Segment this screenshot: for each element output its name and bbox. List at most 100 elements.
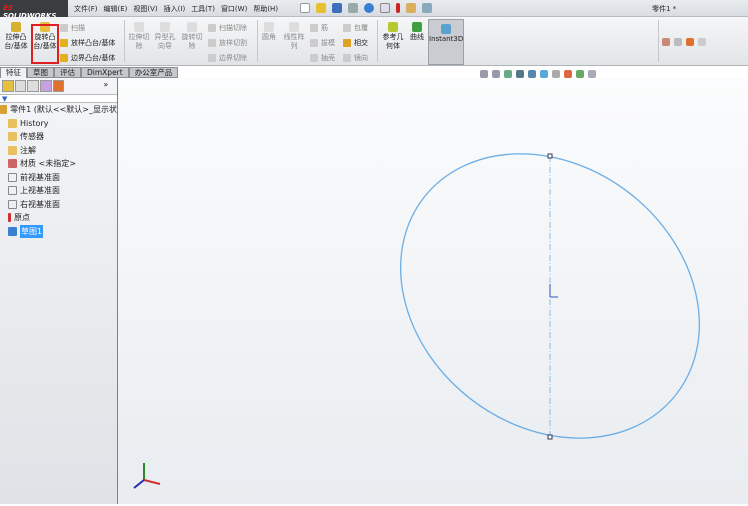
dimxpert-icon[interactable]: [40, 80, 52, 92]
triad-icon: [133, 463, 161, 489]
draft-button[interactable]: 拔模: [310, 38, 335, 48]
boundary-boss-button[interactable]: 边界凸台/基体: [60, 53, 115, 63]
select-icon[interactable]: [380, 3, 390, 13]
tree-item-sensors[interactable]: 传感器: [0, 130, 117, 144]
boundary-cut-button[interactable]: 边界切除: [208, 53, 247, 63]
scene-icon[interactable]: [698, 38, 706, 46]
tab-office[interactable]: 办公室产品: [128, 67, 179, 78]
shell-button[interactable]: 抽壳: [310, 53, 335, 63]
mirror-icon: [343, 54, 351, 62]
tab-dimxpert[interactable]: DimXpert: [81, 67, 129, 78]
tree-item-history[interactable]: History: [0, 117, 117, 131]
mirror-button[interactable]: 镜向: [343, 53, 368, 63]
tab-sketch[interactable]: 草图: [27, 67, 54, 78]
tree-root[interactable]: 零件1 (默认<<默认>_显示状: [0, 103, 117, 117]
configuration-manager-icon[interactable]: [27, 80, 40, 92]
intersect-icon: [343, 39, 351, 47]
loft-icon: [60, 39, 68, 47]
tab-features[interactable]: 特征: [0, 67, 27, 78]
origin-icon: [549, 284, 558, 298]
menu-file[interactable]: 文件(F): [74, 4, 98, 14]
open-icon[interactable]: [316, 3, 326, 13]
curves-button[interactable]: 曲线: [408, 22, 426, 42]
material-icon: [8, 159, 17, 169]
menu-edit[interactable]: 编辑(E): [104, 4, 128, 14]
menu-insert[interactable]: 插入(I): [164, 4, 186, 14]
previous-view-icon[interactable]: [504, 70, 512, 78]
highlight-box: [31, 24, 59, 64]
endpoint-top[interactable]: [547, 153, 553, 159]
revolve-cut-button[interactable]: 旋转切除: [180, 22, 204, 51]
display-style-icon[interactable]: [540, 70, 548, 78]
zoom-area-icon[interactable]: [492, 70, 500, 78]
linear-pattern-button[interactable]: 线性阵列: [282, 22, 306, 51]
property-manager-icon[interactable]: [14, 80, 27, 92]
rib-button[interactable]: 筋: [310, 23, 328, 33]
appearance-icon[interactable]: [662, 38, 670, 46]
draft-icon: [310, 39, 318, 47]
undo-icon[interactable]: [364, 3, 374, 13]
section-view-icon[interactable]: [516, 70, 524, 78]
expand-chevron-icon[interactable]: »: [103, 80, 115, 92]
boundary-cut-icon: [208, 54, 216, 62]
loft-boss-button[interactable]: 放样凸台/基体: [60, 38, 115, 48]
filter-icon[interactable]: ▼: [0, 94, 117, 103]
view-settings-icon[interactable]: [588, 70, 596, 78]
zoom-icon[interactable]: [674, 38, 682, 46]
instant3d-icon: [441, 24, 451, 34]
decal-icon[interactable]: [686, 38, 694, 46]
sweep-icon: [60, 24, 68, 32]
options-icon[interactable]: [422, 3, 432, 13]
tree-item-front-plane[interactable]: 前视基准面: [0, 171, 117, 185]
hole-wizard-button[interactable]: 异型孔向导: [153, 22, 177, 51]
edit-appearance-icon[interactable]: [564, 70, 572, 78]
tree-item-annotations[interactable]: 注解: [0, 144, 117, 158]
menu-tools[interactable]: 工具(T): [191, 4, 215, 14]
apply-scene-icon[interactable]: [576, 70, 584, 78]
intersect-button[interactable]: 相交: [343, 38, 368, 48]
tab-evaluate[interactable]: 评估: [54, 67, 81, 78]
print-icon[interactable]: [348, 3, 358, 13]
endpoint-bottom[interactable]: [547, 434, 553, 440]
wrap-icon: [343, 24, 351, 32]
new-icon[interactable]: [300, 3, 310, 13]
tree-item-sketch1[interactable]: 草图1: [0, 224, 117, 238]
instant3d-button[interactable]: Instant3D: [428, 19, 464, 65]
menu-help[interactable]: 帮助(H): [253, 4, 278, 14]
rebuild-icon[interactable]: [396, 3, 400, 13]
sketch-ellipse[interactable]: [344, 95, 748, 497]
extrude-cut-button[interactable]: 拉伸切除: [127, 22, 151, 51]
part-icon: [0, 105, 8, 115]
swept-cut-icon: [208, 24, 216, 32]
lofted-cut-button[interactable]: 放样切割: [208, 38, 247, 48]
hole-wizard-icon: [160, 22, 170, 32]
hide-show-icon[interactable]: [552, 70, 560, 78]
save-icon[interactable]: [332, 3, 342, 13]
tree-item-top-plane[interactable]: 上视基准面: [0, 184, 117, 198]
fillet-button[interactable]: 圆角: [260, 22, 278, 42]
view-orientation-icon[interactable]: [528, 70, 536, 78]
wrap-button[interactable]: 包覆: [343, 23, 368, 33]
tree-item-material[interactable]: 材质 <未指定>: [0, 157, 117, 171]
display-manager-icon[interactable]: [52, 80, 65, 92]
file-properties-icon[interactable]: [406, 3, 416, 13]
zoom-to-fit-icon[interactable]: [480, 70, 488, 78]
feature-tree-icon[interactable]: [2, 80, 14, 92]
graphics-area[interactable]: [118, 78, 748, 504]
plane-icon: [8, 186, 17, 196]
document-title: 零件1 *: [652, 5, 677, 13]
tree-item-right-plane[interactable]: 右视基准面: [0, 198, 117, 212]
swept-cut-button[interactable]: 扫描切除: [208, 23, 247, 33]
reference-geometry-button[interactable]: 参考几何体: [381, 22, 405, 51]
menu-view[interactable]: 视图(V): [133, 4, 157, 14]
plane-icon: [8, 172, 17, 182]
plane-icon: [8, 199, 17, 209]
menu-window[interactable]: 窗口(W): [221, 4, 247, 14]
extrude-boss-button[interactable]: 拉伸凸台/基体: [2, 22, 30, 51]
tree-item-origin[interactable]: 原点: [0, 211, 117, 225]
linear-pattern-icon: [289, 22, 299, 32]
sweep-button[interactable]: 扫描: [60, 23, 85, 33]
solidworks-logo[interactable]: ƻS SOLIDWORKS: [0, 0, 68, 20]
sketch-icon: [8, 226, 17, 236]
lofted-cut-icon: [208, 39, 216, 47]
